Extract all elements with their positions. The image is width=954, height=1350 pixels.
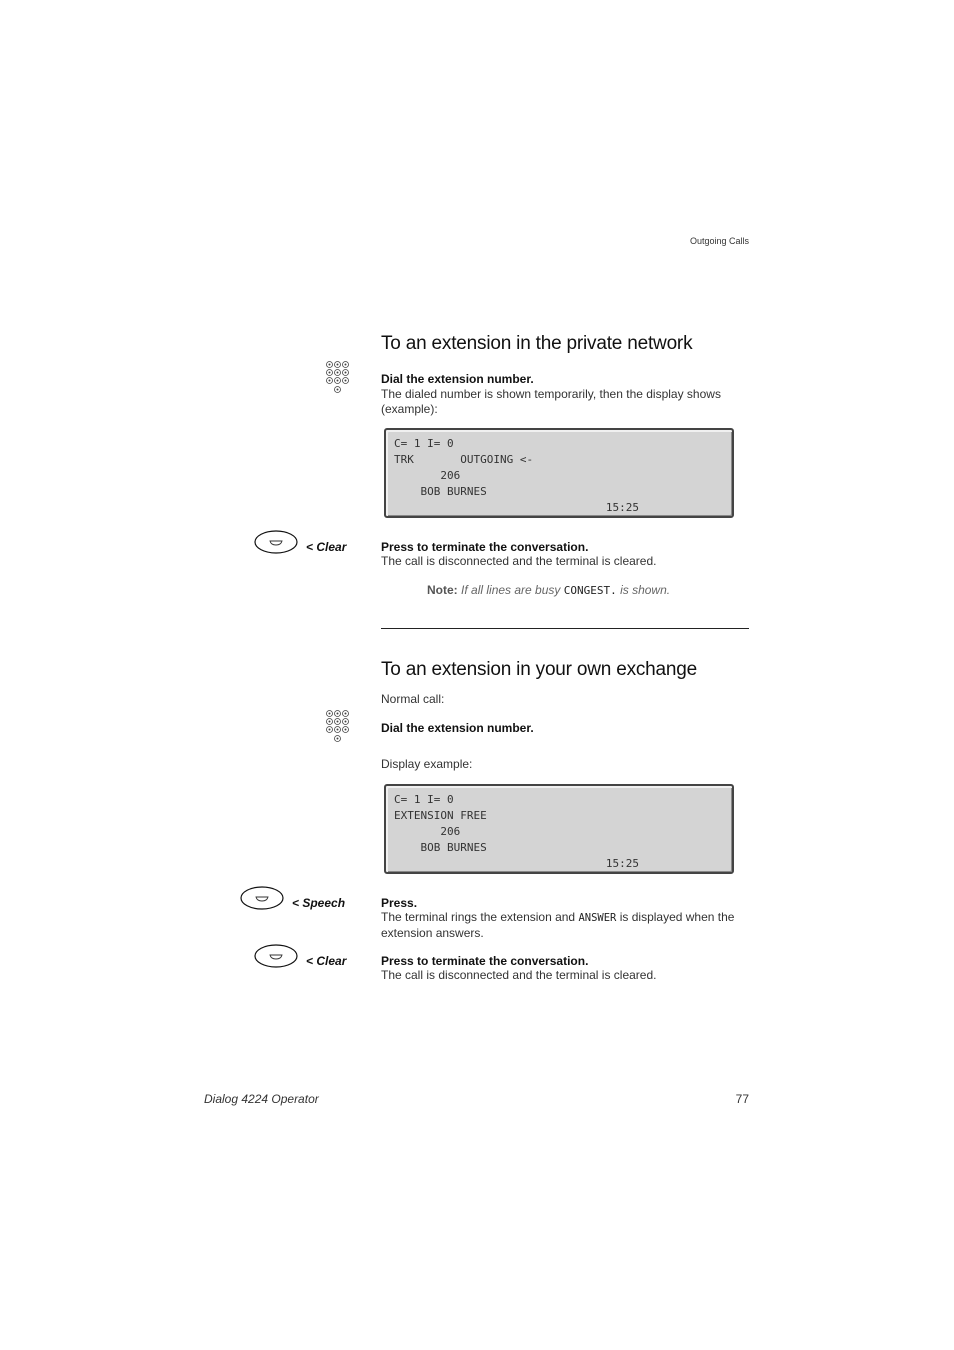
answer-code: ANSWER: [578, 912, 617, 924]
clear-key-icon[interactable]: [254, 944, 298, 968]
display-line: C= 1 I= 0: [394, 437, 454, 450]
page-number: 77: [735, 1092, 749, 1106]
step-heading: Press to terminate the conversation.: [381, 954, 589, 968]
keypad-icon: [326, 710, 350, 744]
step-heading: Press.: [381, 896, 418, 910]
speech-key-icon[interactable]: [240, 886, 284, 910]
note: Note: If all lines are busy CONGEST. is …: [427, 583, 670, 597]
step-text: The call is disconnected and the termina…: [381, 554, 657, 568]
footer-product: Dialog 4224 Operator: [204, 1092, 319, 1106]
speech-key-label: < Speech: [292, 896, 346, 910]
step-text: The call is disconnected and the termina…: [381, 968, 657, 982]
intro-text: Normal call:: [381, 692, 445, 706]
display-intro: Display example:: [381, 757, 473, 771]
step-text: The dialed number is shown temporarily, …: [381, 387, 721, 416]
clear-key-label: < Clear: [306, 540, 347, 554]
note-label: Note:: [427, 583, 458, 597]
display-line: 206: [394, 469, 461, 482]
note-text: is shown.: [620, 583, 671, 597]
display-line: TRK OUTGOING <-: [394, 453, 534, 466]
display-line: BOB BURNES: [394, 841, 487, 854]
display-line: EXTENSION FREE: [394, 809, 487, 822]
clear-key-icon[interactable]: [254, 530, 298, 554]
note-code: CONGEST.: [563, 584, 617, 597]
display-example-2: C= 1 I= 0 EXTENSION FREE 206 BOB BURNES …: [384, 784, 734, 874]
display-example-1: C= 1 I= 0 TRK OUTGOING <- 206 BOB BURNES…: [384, 428, 734, 518]
running-header: Outgoing Calls: [689, 236, 749, 246]
display-line: 15:25: [394, 857, 640, 870]
display-line: 15:25: [394, 501, 640, 514]
clear-key-label: < Clear: [306, 954, 347, 968]
step-text-part: The terminal rings the extension and: [381, 910, 576, 924]
note-text: If all lines are busy: [461, 583, 561, 597]
step-heading: Dial the extension number.: [381, 372, 534, 386]
step-heading: Dial the extension number.: [381, 721, 534, 735]
display-line: C= 1 I= 0: [394, 793, 454, 806]
step-heading: Press to terminate the conversation.: [381, 540, 589, 554]
display-line: 206: [394, 825, 461, 838]
section-divider: [381, 628, 749, 629]
section-title-private-network: To an extension in the private network: [381, 333, 693, 354]
display-line: BOB BURNES: [394, 485, 487, 498]
section-title-own-exchange: To an extension in your own exchange: [381, 659, 698, 680]
step-text: The terminal rings the extension and ANS…: [381, 910, 753, 940]
keypad-icon: [326, 361, 350, 395]
